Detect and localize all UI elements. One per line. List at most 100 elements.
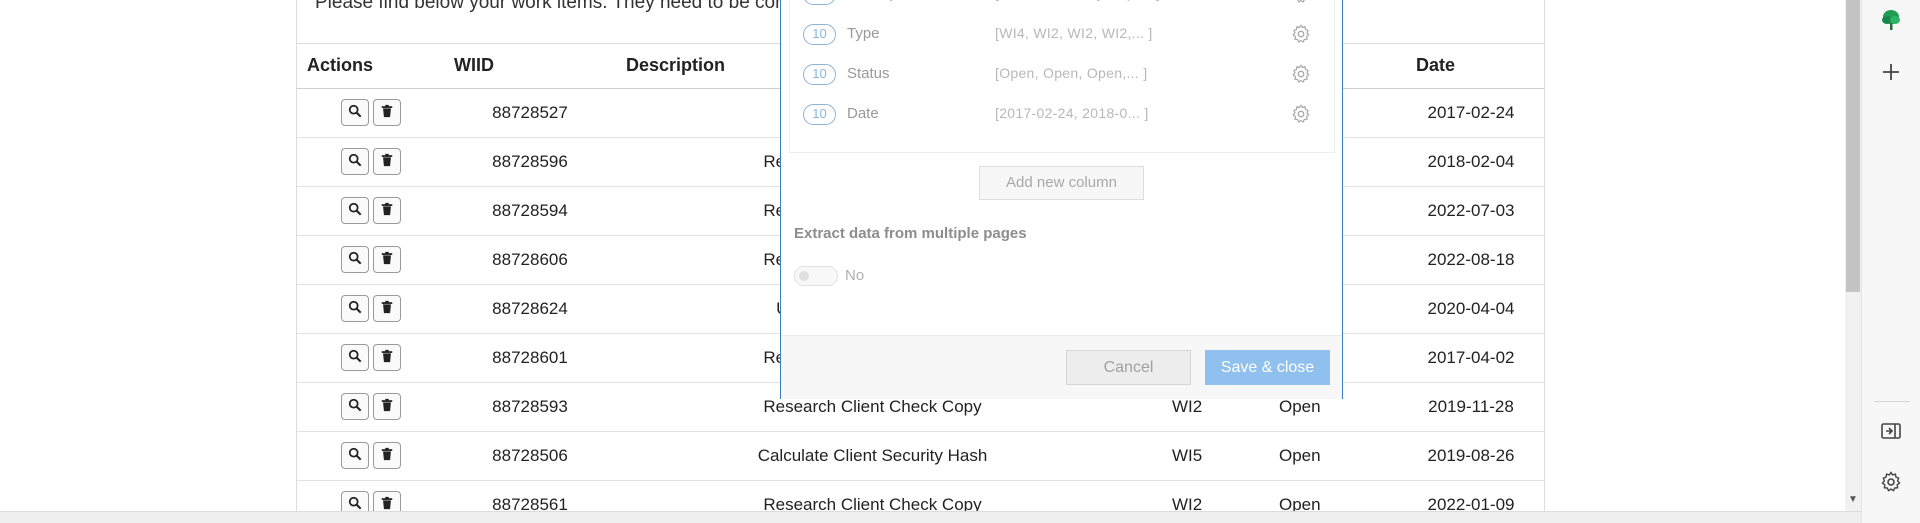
scrollbar-thumb[interactable] bbox=[1846, 0, 1860, 292]
view-button[interactable] bbox=[340, 246, 369, 273]
trash-icon bbox=[380, 103, 394, 123]
row-actions bbox=[297, 480, 444, 511]
column-name: Description bbox=[847, 0, 922, 2]
column-preview: [Open, Open, Open,... ] bbox=[995, 65, 1148, 81]
cell-date: 2018-02-04 bbox=[1376, 137, 1544, 187]
search-icon bbox=[348, 348, 362, 368]
delete-button[interactable] bbox=[372, 295, 401, 322]
panel-exit-icon[interactable] bbox=[1879, 419, 1903, 443]
search-icon bbox=[348, 446, 362, 466]
column-row: 10 Type [WI4, WI2, WI2, WI2,... ] bbox=[790, 17, 1336, 57]
column-count-badge: 10 bbox=[803, 104, 836, 125]
cell-description: Calculate Client Security Hash bbox=[616, 431, 1129, 481]
cell-date: 2022-07-03 bbox=[1376, 186, 1544, 236]
view-button[interactable] bbox=[340, 148, 369, 175]
table-row: 88728561 Research Client Check Copy WI2 Ope… bbox=[297, 480, 1544, 511]
column-row: 10 Status [Open, Open, Open,... ] bbox=[790, 57, 1336, 97]
trash-icon bbox=[380, 201, 394, 221]
search-icon bbox=[348, 495, 362, 512]
cell-date: 2017-02-24 bbox=[1376, 88, 1544, 138]
cell-date: 2022-01-09 bbox=[1376, 480, 1544, 511]
cell-wiid: 88728594 bbox=[444, 186, 616, 236]
scroll-down-arrow-icon[interactable]: ▼ bbox=[1848, 494, 1858, 505]
column-name: Status bbox=[847, 65, 890, 82]
cancel-button[interactable]: Cancel bbox=[1066, 350, 1191, 385]
view-button[interactable] bbox=[340, 442, 369, 469]
delete-button[interactable] bbox=[372, 246, 401, 273]
delete-button[interactable] bbox=[372, 197, 401, 224]
column-count-badge: 10 bbox=[803, 0, 836, 5]
trash-icon bbox=[380, 446, 394, 466]
row-actions bbox=[297, 186, 444, 236]
search-icon bbox=[348, 201, 362, 221]
cell-wiid: 88728506 bbox=[444, 431, 616, 481]
gear-icon[interactable] bbox=[1290, 103, 1312, 125]
column-name: Date bbox=[847, 105, 879, 122]
gear-icon[interactable] bbox=[1290, 0, 1312, 5]
dialog-footer: Cancel Save & close bbox=[781, 335, 1342, 399]
view-button[interactable] bbox=[340, 99, 369, 126]
column-header-actions[interactable]: Actions bbox=[297, 44, 444, 89]
cell-wiid: 88728624 bbox=[444, 284, 616, 334]
trash-icon bbox=[380, 348, 394, 368]
cell-status: Open bbox=[1239, 431, 1376, 481]
row-actions bbox=[297, 137, 444, 187]
view-button[interactable] bbox=[340, 197, 369, 224]
column-count-badge: 10 bbox=[803, 64, 836, 85]
trash-icon bbox=[380, 495, 394, 512]
row-actions bbox=[297, 431, 444, 481]
cell-wiid: 88728606 bbox=[444, 235, 616, 285]
view-button[interactable] bbox=[340, 393, 369, 420]
cell-description: Research Client Check Copy bbox=[616, 480, 1129, 511]
trash-icon bbox=[380, 152, 394, 172]
search-icon bbox=[348, 250, 362, 270]
row-actions bbox=[297, 382, 444, 432]
view-button[interactable] bbox=[340, 295, 369, 322]
add-new-column-button[interactable]: Add new column bbox=[979, 166, 1144, 200]
page-background: Please find below your work items. They … bbox=[0, 0, 1845, 511]
delete-button[interactable] bbox=[372, 491, 401, 512]
column-header-wiid[interactable]: WIID bbox=[444, 44, 616, 89]
gear-icon[interactable] bbox=[1879, 470, 1903, 494]
vertical-scrollbar[interactable]: ▼ bbox=[1845, 0, 1861, 511]
row-actions bbox=[297, 88, 444, 138]
row-actions bbox=[297, 284, 444, 334]
column-preview: [2017-02-24, 2018-0... ] bbox=[995, 105, 1149, 121]
column-preview: [WI4, WI2, WI2, WI2,... ] bbox=[995, 25, 1153, 41]
delete-button[interactable] bbox=[372, 393, 401, 420]
trash-icon bbox=[380, 250, 394, 270]
cell-type: WI2 bbox=[1129, 480, 1239, 511]
view-button[interactable] bbox=[340, 344, 369, 371]
column-name: Type bbox=[847, 25, 880, 42]
column-header-date[interactable]: Date bbox=[1376, 44, 1544, 89]
view-button[interactable] bbox=[340, 491, 369, 512]
plus-icon[interactable] bbox=[1879, 60, 1903, 84]
column-count-badge: 10 bbox=[803, 24, 836, 45]
column-row: 10 Date [2017-02-24, 2018-0... ] bbox=[790, 97, 1336, 137]
toggle-label: No bbox=[845, 267, 865, 284]
extract-multiple-pages-toggle[interactable] bbox=[794, 266, 838, 286]
row-actions bbox=[297, 333, 444, 383]
cell-type: WI5 bbox=[1129, 431, 1239, 481]
row-actions bbox=[297, 235, 444, 285]
delete-button[interactable] bbox=[372, 344, 401, 371]
cell-date: 2019-08-26 bbox=[1376, 431, 1544, 481]
intro-text: Please find below your work items. They … bbox=[315, 0, 843, 13]
column-row: 10 Description [Generate Yearly Rep..., ] bbox=[790, 0, 1336, 17]
delete-button[interactable] bbox=[372, 442, 401, 469]
gear-icon[interactable] bbox=[1290, 63, 1312, 85]
column-config-dialog: 10Description[Generate Yearly Rep..., ]1… bbox=[780, 0, 1343, 399]
cell-date: 2019-11-28 bbox=[1376, 382, 1544, 432]
tree-icon[interactable] bbox=[1879, 8, 1903, 32]
gear-icon[interactable] bbox=[1290, 23, 1312, 45]
delete-button[interactable] bbox=[372, 99, 401, 126]
cell-date: 2017-04-02 bbox=[1376, 333, 1544, 383]
search-icon bbox=[348, 152, 362, 172]
table-row: 88728506 Calculate Client Security Hash WI… bbox=[297, 431, 1544, 481]
right-sidebar bbox=[1861, 0, 1920, 523]
column-preview: [Generate Yearly Rep..., ] bbox=[995, 0, 1160, 1]
delete-button[interactable] bbox=[372, 148, 401, 175]
search-icon bbox=[348, 397, 362, 417]
save-and-close-button[interactable]: Save & close bbox=[1205, 350, 1330, 385]
cell-status: Open bbox=[1239, 480, 1376, 511]
